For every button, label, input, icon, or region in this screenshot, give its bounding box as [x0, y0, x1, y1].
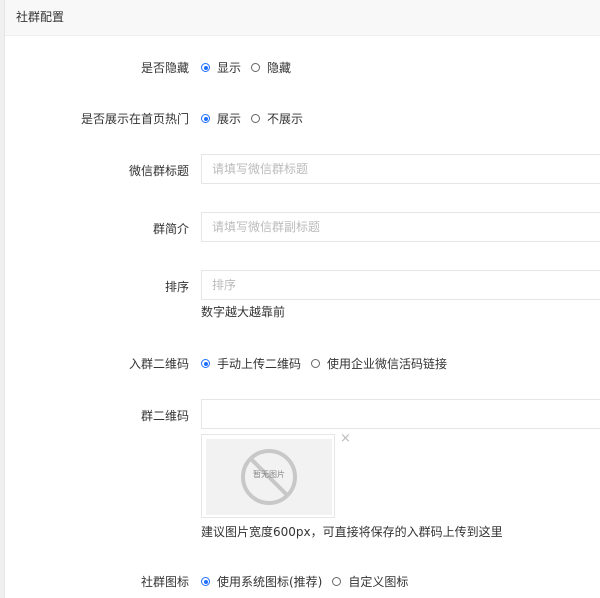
radio-icon[interactable]: [332, 577, 342, 586]
sort-hint: 数字越大越靠前: [201, 305, 286, 319]
qr-mode-radio-group: 手动上传二维码 使用企业微信活码链接: [201, 355, 457, 372]
close-icon[interactable]: ×: [340, 432, 351, 445]
qr-upload-area: 暂无图片 ×: [201, 432, 351, 518]
icon-mode-label: 社群图标: [140, 575, 189, 589]
radio-icon[interactable]: [251, 63, 261, 72]
qr-mode-option-live[interactable]: 使用企业微信活码链接: [327, 355, 447, 372]
group-title-input[interactable]: [201, 154, 600, 184]
config-panel: 社群配置 是否隐藏 显示 隐藏 是否展示在首页热门 展示 不展示 微信群标题 群…: [4, 0, 600, 598]
qr-image-preview[interactable]: 暂无图片: [201, 434, 335, 518]
group-intro-input[interactable]: [201, 212, 600, 242]
icon-mode-option-system[interactable]: 使用系统图标(推荐): [217, 573, 322, 590]
qr-mode-option-manual[interactable]: 手动上传二维码: [217, 355, 301, 372]
hot-option-show[interactable]: 展示: [217, 110, 241, 127]
icon-mode-option-custom[interactable]: 自定义图标: [348, 573, 408, 590]
hot-option-hide[interactable]: 不展示: [267, 110, 303, 127]
hidden-option-show[interactable]: 显示: [217, 59, 241, 76]
radio-icon[interactable]: [201, 577, 210, 586]
hot-radio-group: 展示 不展示: [201, 110, 313, 127]
no-image-placeholder: 暂无图片: [206, 439, 332, 515]
sort-input[interactable]: [201, 270, 600, 300]
radio-icon[interactable]: [201, 359, 210, 368]
radio-icon[interactable]: [201, 114, 210, 123]
sort-label: 排序: [164, 280, 189, 294]
panel-title: 社群配置: [5, 0, 600, 36]
group-title-label: 微信群标题: [128, 164, 189, 178]
no-image-placeholder-icon: 暂无图片: [239, 447, 299, 507]
qr-code-input[interactable]: [201, 399, 600, 429]
hot-label: 是否展示在首页热门: [80, 112, 189, 126]
hidden-label: 是否隐藏: [140, 61, 189, 75]
radio-icon[interactable]: [251, 114, 261, 123]
qr-code-hint: 建议图片宽度600px，可直接将保存的入群码上传到这里: [201, 525, 503, 539]
icon-mode-radio-group: 使用系统图标(推荐) 自定义图标: [201, 573, 418, 590]
hidden-option-hide[interactable]: 隐藏: [267, 59, 291, 76]
radio-icon[interactable]: [311, 359, 321, 368]
qr-mode-label: 入群二维码: [128, 357, 189, 371]
group-intro-label: 群简介: [152, 222, 189, 236]
no-image-text: 暂无图片: [253, 470, 285, 479]
hidden-radio-group: 显示 隐藏: [201, 59, 301, 76]
qr-code-label: 群二维码: [140, 409, 189, 423]
radio-icon[interactable]: [201, 63, 210, 72]
